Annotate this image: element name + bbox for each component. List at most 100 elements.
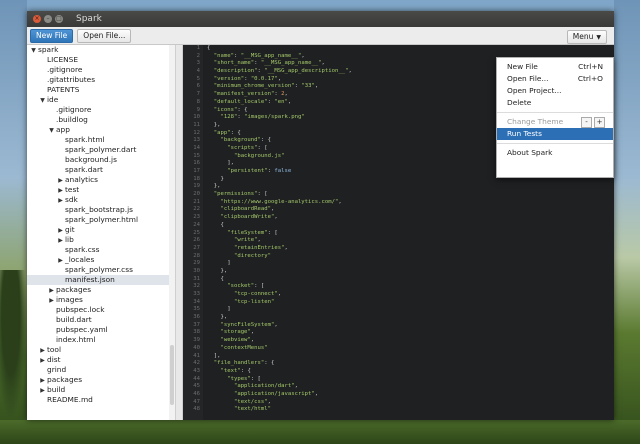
new-file-button[interactable]: New File [30,28,74,43]
code-line[interactable]: ], [207,353,614,361]
tree-item[interactable]: spark.dart [27,165,175,175]
tree-item[interactable]: spark_polymer.css [27,265,175,275]
code-line[interactable]: "application/javascript", [207,391,614,399]
menu-item-label: Delete [507,98,532,107]
code-line[interactable]: "directory" [207,253,614,261]
tree-item[interactable]: PATENTS [27,85,175,95]
tree-item[interactable]: ▶ git [27,225,175,235]
code-line[interactable]: "text/css", [207,399,614,407]
tree-item[interactable]: ▶ build [27,385,175,395]
close-icon[interactable]: × [33,15,41,23]
tree-item[interactable]: ▶ analytics [27,175,175,185]
code-line[interactable]: "fileSystem": [ [207,230,614,238]
line-number: 2 [196,52,200,59]
tree-item-label: images [56,295,83,304]
panel-splitter[interactable] [175,45,183,420]
about-spark-item[interactable]: About Spark [497,147,613,159]
code-line[interactable]: }, [207,183,614,191]
run-tests-item[interactable]: Run Tests [497,128,613,140]
tree-item[interactable]: LICENSE [27,55,175,65]
code-line[interactable]: "clipboardWrite", [207,214,614,222]
code-line[interactable]: "text/html" [207,406,614,414]
tree-item[interactable]: spark.html [27,135,175,145]
tree-item[interactable]: ▶ packages [27,375,175,385]
file-tree-scrollbar[interactable] [169,45,175,420]
tree-item-label: LICENSE [47,55,79,64]
tree-item[interactable]: ▼ ide [27,95,175,105]
code-line[interactable]: "socket": [ [207,283,614,291]
menu-button[interactable]: Menu ▼ [566,30,607,44]
tree-item[interactable]: .gitignore [27,65,175,75]
tree-item[interactable]: ▶ _locales [27,255,175,265]
tree-item[interactable]: build.dart [27,315,175,325]
menu-item[interactable]: Open File... Ctrl+O [497,73,613,85]
code-line[interactable]: "tcp-listen" [207,299,614,307]
tree-item[interactable]: spark_polymer.dart [27,145,175,155]
line-number: 30 [193,267,200,274]
line-number: 13 [193,137,200,144]
code-line[interactable]: }, [207,268,614,276]
code-line[interactable]: ] [207,306,614,314]
menu-item[interactable]: Delete [497,97,613,109]
tree-item[interactable]: pubspec.yaml [27,325,175,335]
tree-item[interactable]: README.md [27,395,175,405]
code-line[interactable]: }, [207,314,614,322]
tree-item[interactable]: ▶ images [27,295,175,305]
tree-item-label: test [65,185,80,194]
code-line[interactable]: "contextMenus" [207,345,614,353]
code-line[interactable]: { [207,45,614,53]
tree-item[interactable]: .gitignore [27,105,175,115]
code-line[interactable]: "syncFileSystem", [207,322,614,330]
code-line[interactable]: "retainEntries", [207,245,614,253]
code-line[interactable]: "permissions": [ [207,191,614,199]
tree-item[interactable]: manifest.json [27,275,175,285]
line-number: 11 [193,121,200,128]
menu-item[interactable]: New File Ctrl+N [497,61,613,73]
minimize-icon[interactable]: – [44,15,52,23]
line-number: 39 [193,337,200,344]
tree-item[interactable]: spark_bootstrap.js [27,205,175,215]
tree-item[interactable]: spark.css [27,245,175,255]
tree-item[interactable]: index.html [27,335,175,345]
code-line[interactable]: "text": { [207,368,614,376]
maximize-icon[interactable]: □ [55,15,63,23]
tree-item[interactable]: ▶ dist [27,355,175,365]
code-line[interactable]: { [207,276,614,284]
tree-item[interactable]: background.js [27,155,175,165]
file-tree-scroll-thumb[interactable] [170,345,174,405]
code-line[interactable]: "write", [207,237,614,245]
tree-item-label: _locales [65,255,95,264]
tree-item[interactable]: pubspec.lock [27,305,175,315]
code-line[interactable]: "storage", [207,329,614,337]
tree-item[interactable]: ▶ sdk [27,195,175,205]
code-line[interactable]: "file_handlers": { [207,360,614,368]
theme-increase-button[interactable]: + [594,117,605,128]
theme-decrease-button[interactable]: - [581,117,592,128]
menu-item[interactable]: Open Project... [497,85,613,97]
tree-item[interactable]: ▶ test [27,185,175,195]
line-number: 33 [193,291,200,297]
tree-item[interactable]: spark_polymer.html [27,215,175,225]
tree-item[interactable]: ▶ packages [27,285,175,295]
tree-item[interactable]: grind [27,365,175,375]
code-line[interactable]: { [207,222,614,230]
code-line[interactable]: "types": [ [207,376,614,384]
tree-item[interactable]: ▶ lib [27,235,175,245]
open-file-button[interactable]: Open File... [77,28,132,43]
line-number: 29 [193,260,200,267]
tree-item[interactable]: .gitattributes [27,75,175,85]
line-number: 9 [196,106,200,113]
code-line[interactable]: "https://www.google-analytics.com/", [207,199,614,207]
tree-item[interactable]: ▶ tool [27,345,175,355]
tree-item[interactable]: ▼ app [27,125,175,135]
code-line[interactable]: ] [207,260,614,268]
code-line[interactable]: "webview", [207,337,614,345]
code-line[interactable]: "clipboardRead", [207,206,614,214]
code-line[interactable]: "tcp-connect", [207,291,614,299]
tree-item-label: sdk [65,195,78,204]
line-number: 5 [196,75,200,82]
tree-item[interactable]: .buildlog [27,115,175,125]
line-number: 28 [193,252,200,259]
code-line[interactable]: "application/dart", [207,383,614,391]
tree-item[interactable]: ▼ spark [27,45,175,55]
